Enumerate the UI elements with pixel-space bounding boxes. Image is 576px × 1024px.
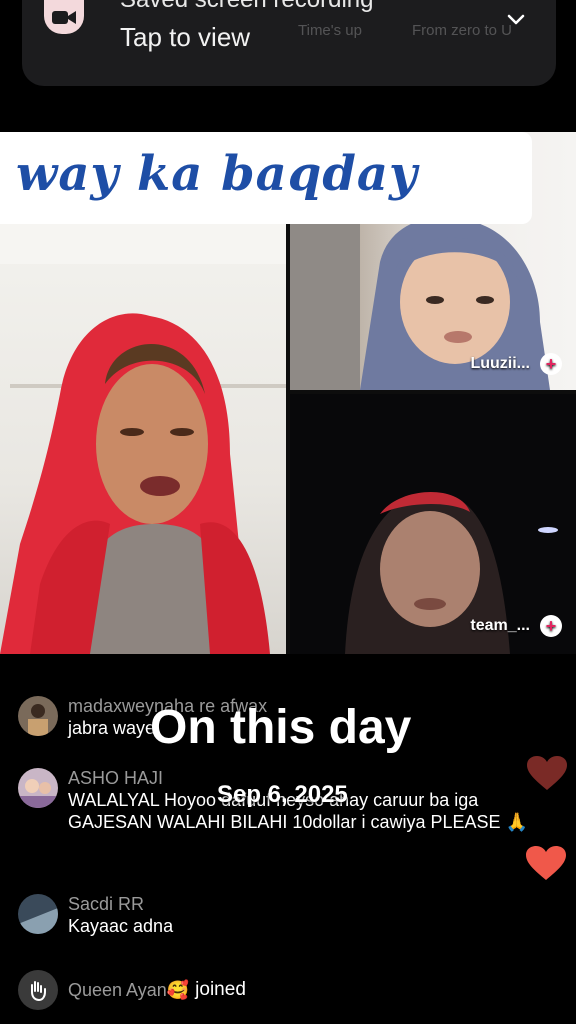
add-guest-button[interactable]: + [540, 615, 562, 637]
notification-subtitle[interactable]: Tap to view [120, 22, 250, 53]
avatar[interactable] [18, 768, 58, 808]
ghost-item: From zero to U [412, 22, 513, 39]
comment-text: Kayaac adna [68, 916, 174, 936]
guest-name: Luuzii... [470, 355, 530, 372]
memory-overlay-date: Sep 6, 2025 [217, 781, 348, 808]
comment-username: Sacdi RR [68, 894, 145, 914]
heart-icon [527, 756, 567, 790]
waving-hand-icon [18, 970, 58, 1010]
live-video-area: Luuzii... + team_... + way ka baqday [0, 132, 576, 654]
join-notice: Queen Ayan🥰 joined [18, 970, 246, 1010]
guest-name: team_... [470, 617, 530, 634]
heart-icon [526, 846, 566, 880]
memory-overlay-title: On this day [150, 701, 412, 754]
avatar[interactable] [18, 696, 58, 736]
host-video-image [0, 224, 286, 654]
guest-label-1[interactable]: Luuzii... + [470, 353, 562, 375]
ghost-item: Time's up [298, 22, 362, 39]
comment-username: Queen Ayan🥰 [68, 979, 190, 1000]
guest-label-2[interactable]: team_... + [470, 615, 562, 637]
notification-title: Saved screen recording [120, 0, 373, 14]
join-text: joined [195, 979, 246, 1000]
host-camera-feed [0, 224, 286, 654]
comment-item[interactable]: Sacdi RR Kayaac adna [18, 894, 173, 937]
guest-camera-feed-2: team_... + [290, 394, 576, 654]
chevron-down-icon[interactable] [504, 8, 528, 32]
video-camera-icon [44, 0, 84, 34]
avatar[interactable] [18, 894, 58, 934]
banner-text: way ka baqday [16, 146, 418, 202]
add-guest-button[interactable]: + [540, 353, 562, 375]
title-banner: way ka baqday [0, 132, 532, 224]
screen-recording-notification[interactable]: Time's up From zero to U Saved screen re… [22, 0, 556, 86]
